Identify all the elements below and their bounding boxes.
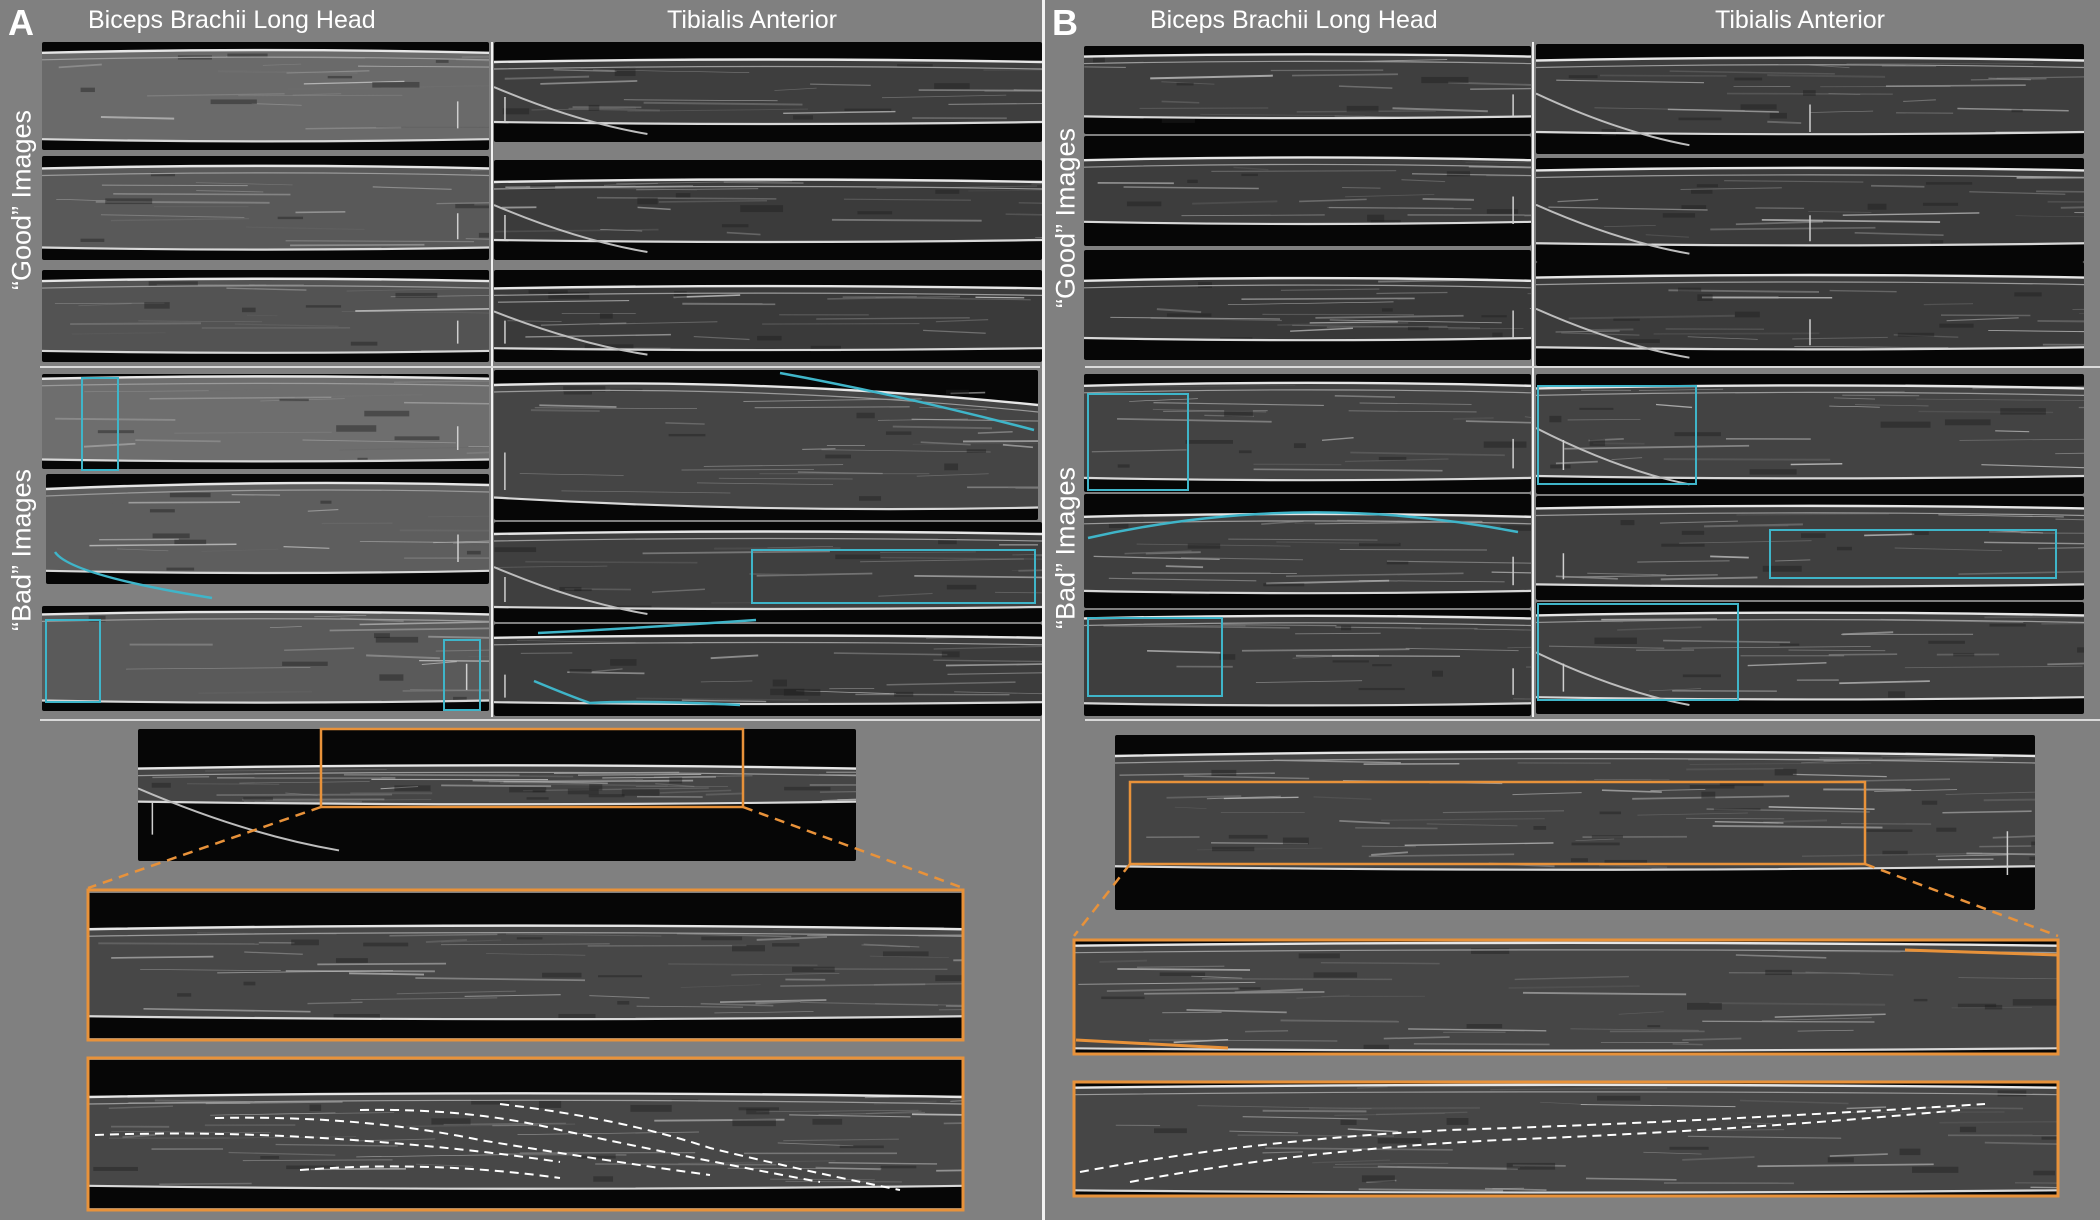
panel-b-row-divider [1085,366,2100,368]
ultrasound-b-zoom-annotated [1074,1082,2058,1196]
ultrasound-a-biceps-good-2 [42,156,489,260]
panel-a-col-tibialis-title: Tibialis Anterior [667,6,837,34]
ultrasound-b-biceps-bad-1 [1084,374,1531,492]
ultrasound-b-zoom-raw [1074,940,2058,1054]
ultrasound-a-tibialis-bad-1 [494,370,1038,520]
ultrasound-a-biceps-bad-1 [42,374,489,469]
ultrasound-b-biceps-bad-3 [1084,610,1531,716]
panel-a-good-label: “Good” Images [6,109,37,291]
panel-a-letter: A [8,2,34,43]
panel-a-column-divider [491,42,493,717]
panel-b-bad-label: “Bad” Images [1050,466,1081,630]
panel-a-bottom-divider [40,719,1040,721]
panel-a-bad-label: “Bad” Images [6,468,37,632]
panel-b-col-biceps-title: Biceps Brachii Long Head [1150,6,1438,34]
ultrasound-a-tibialis-good-2 [494,160,1042,260]
ultrasound-b-biceps-good-3 [1084,250,1531,360]
ultrasound-b-tibialis-good-1 [1536,44,2084,154]
panel-a-row-divider [40,366,1040,368]
ultrasound-b-tibialis-bad-3 [1536,602,2084,714]
figure-canvas: A Biceps Brachii Long Head Tibialis Ante… [0,0,2100,1220]
ultrasound-a-tibialis-bad-3 [494,624,1042,716]
ultrasound-b-biceps-good-2 [1084,136,1531,246]
ultrasound-a-zoom-raw [88,893,963,1038]
panel-b-column-divider [1532,42,1534,717]
ultrasound-a-zoom-annotated [88,1060,963,1208]
ultrasound-b-full-image [1115,735,2035,910]
ultrasound-a-tibialis-good-3 [494,270,1042,362]
ultrasound-a-biceps-good-3 [42,270,489,362]
ultrasound-a-full-image [138,729,856,861]
ultrasound-b-tibialis-bad-1 [1536,374,2084,494]
ultrasound-a-biceps-bad-2 [46,474,489,584]
ultrasound-a-biceps-bad-3 [42,606,489,711]
ultrasound-b-biceps-bad-2 [1084,494,1531,608]
panel-b-good-label: “Good” Images [1050,127,1081,309]
ultrasound-a-tibialis-good-1 [494,42,1042,142]
ultrasound-b-biceps-good-1 [1084,46,1531,134]
ultrasound-a-biceps-good-1 [42,42,489,150]
ultrasound-b-tibialis-good-3 [1536,262,2084,366]
ultrasound-b-tibialis-bad-2 [1536,496,2084,600]
panel-a-col-biceps-title: Biceps Brachii Long Head [88,6,376,34]
ultrasound-b-tibialis-good-2 [1536,158,2084,262]
panel-b-col-tibialis-title: Tibialis Anterior [1715,6,1885,34]
ultrasound-a-tibialis-bad-2 [494,522,1042,622]
panel-b-letter: B [1052,2,1078,43]
panel-b-bottom-divider [1085,719,2100,721]
panel-divider [1042,0,1045,1220]
